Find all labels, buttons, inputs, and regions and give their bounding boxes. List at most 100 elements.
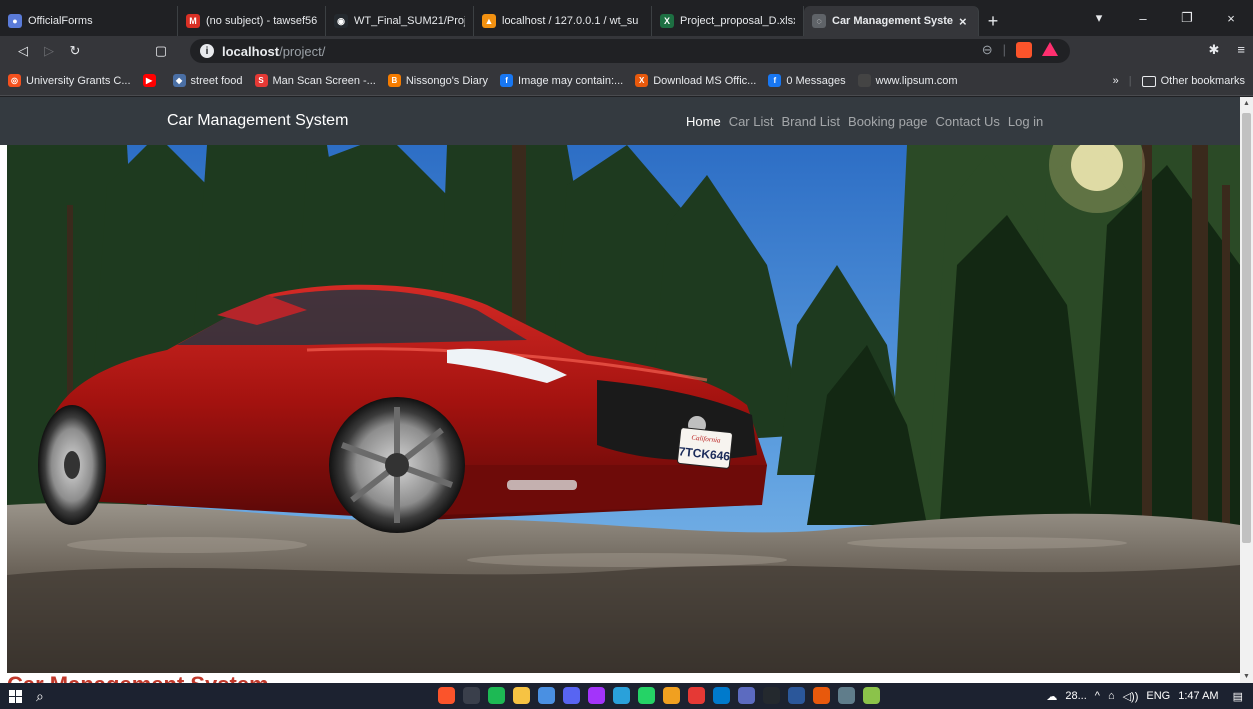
spotify-icon[interactable] bbox=[488, 687, 505, 704]
bookmark-label: street food bbox=[190, 74, 243, 87]
app-icon[interactable] bbox=[738, 687, 755, 704]
tab-title: Car Management Syste bbox=[832, 15, 954, 27]
blogger-icon: B bbox=[387, 74, 401, 87]
gmail-icon: M bbox=[186, 14, 200, 28]
language-indicator[interactable]: ENG bbox=[1146, 690, 1170, 702]
site-navbar: Car Management System Home Car List Brand … bbox=[0, 97, 1240, 145]
scroll-down-icon[interactable]: ▼ bbox=[1243, 673, 1250, 680]
close-tab-icon[interactable]: × bbox=[959, 14, 967, 29]
profile-menu-icon[interactable]: ▾ bbox=[1077, 10, 1121, 26]
word-icon[interactable] bbox=[788, 687, 805, 704]
manscan-icon: S bbox=[254, 74, 268, 87]
new-tab-button[interactable]: + bbox=[979, 6, 1007, 36]
app-icon[interactable] bbox=[663, 687, 680, 704]
bookmark-item[interactable]: ◎ University Grants C... bbox=[8, 74, 131, 87]
discord-icon[interactable] bbox=[563, 687, 580, 704]
telegram-icon[interactable] bbox=[613, 687, 630, 704]
tab-strip: ● OfficialForms M (no subject) - tawsef567@… bbox=[0, 0, 1253, 36]
vscode-icon[interactable] bbox=[713, 687, 730, 704]
url-host: localhost bbox=[222, 43, 280, 59]
bookmark-label: www.lipsum.com bbox=[875, 74, 958, 87]
forward-button[interactable]: ▷ bbox=[36, 43, 62, 59]
taskbar-apps bbox=[438, 687, 880, 704]
github-icon[interactable] bbox=[763, 687, 780, 704]
browser-tab[interactable]: M (no subject) - tawsef567@g bbox=[178, 6, 326, 36]
extensions-icon[interactable]: ✱ bbox=[1209, 42, 1220, 58]
youtube-icon: ▶ bbox=[142, 74, 156, 87]
app-icon[interactable] bbox=[688, 687, 705, 704]
lipsum-icon bbox=[857, 74, 871, 87]
browser-tab[interactable]: ▲ localhost / 127.0.0.1 / wt_su bbox=[474, 6, 652, 36]
weather-temp[interactable]: 28... bbox=[1065, 690, 1086, 702]
site-nav-links: Home Car List Brand List Booking page Contac… bbox=[686, 114, 1051, 129]
bookmark-item[interactable]: f 0 Messages bbox=[768, 74, 846, 87]
browser-tab[interactable]: ● OfficialForms bbox=[0, 6, 178, 36]
address-bar[interactable]: i localhost/project/ ⊖ | bbox=[190, 39, 1070, 63]
tray-overflow-icon[interactable]: ^ bbox=[1095, 690, 1100, 702]
bookmark-item[interactable]: ▶ bbox=[142, 74, 161, 87]
messenger-icon[interactable] bbox=[588, 687, 605, 704]
restore-button[interactable]: ❐ bbox=[1165, 10, 1209, 26]
scroll-up-icon[interactable]: ▲ bbox=[1243, 100, 1250, 107]
volume-icon[interactable]: ◁)) bbox=[1123, 690, 1139, 703]
menu-icon[interactable]: ≡ bbox=[1237, 42, 1245, 58]
brave-icon[interactable] bbox=[438, 687, 455, 704]
nav-link-contact-us[interactable]: Contact Us bbox=[936, 114, 1000, 129]
browser-tab[interactable]: X Project_proposal_D.xlsx bbox=[652, 6, 804, 36]
tab-title: Project_proposal_D.xlsx bbox=[680, 15, 795, 27]
bookmark-icon[interactable]: ▢ bbox=[148, 43, 174, 59]
back-button[interactable]: ◁ bbox=[10, 43, 36, 59]
bookmark-item[interactable]: S Man Scan Screen -... bbox=[254, 74, 376, 87]
bookmarks-bar: ◎ University Grants C... ▶ ◆ street food S Man… bbox=[0, 66, 1253, 96]
phpmyadmin-icon: ▲ bbox=[482, 14, 496, 28]
nav-link-log-in[interactable]: Log in bbox=[1008, 114, 1043, 129]
site-info-icon[interactable]: i bbox=[200, 44, 214, 58]
minimize-button[interactable]: – bbox=[1121, 11, 1165, 26]
whatsapp-icon[interactable] bbox=[638, 687, 655, 704]
app-icon[interactable] bbox=[838, 687, 855, 704]
browser-tab[interactable]: ◌ Car Management Syste × bbox=[804, 6, 979, 36]
network-icon[interactable]: ⌂ bbox=[1108, 690, 1115, 702]
bookmark-item[interactable]: B Nissongo's Diary bbox=[387, 74, 488, 87]
facebook-icon: f bbox=[500, 74, 514, 87]
search-icon[interactable]: ⌕ bbox=[36, 688, 44, 705]
globe-icon: ◌ bbox=[812, 14, 826, 28]
bookmark-item[interactable]: X Download MS Offic... bbox=[635, 74, 756, 87]
tab-title: WT_Final_SUM21/Project/vi bbox=[354, 15, 465, 27]
hero-image: California 7TCK646 bbox=[7, 145, 1240, 673]
app-icon[interactable] bbox=[863, 687, 880, 704]
bookmarks-overflow-button[interactable]: » bbox=[1113, 75, 1119, 87]
clock[interactable]: 1:47 AM bbox=[1178, 690, 1218, 702]
nav-link-booking-page[interactable]: Booking page bbox=[848, 114, 928, 129]
page-scrollbar[interactable]: ▲ ▼ bbox=[1240, 97, 1253, 683]
bookmark-item[interactable]: www.lipsum.com bbox=[857, 74, 958, 87]
nav-link-car-list[interactable]: Car List bbox=[729, 114, 774, 129]
reload-button[interactable]: ↻ bbox=[62, 43, 88, 59]
browser-tab[interactable]: ◉ WT_Final_SUM21/Project/vi bbox=[326, 6, 474, 36]
scrollbar-thumb[interactable] bbox=[1242, 113, 1251, 543]
bookmark-item[interactable]: ◆ street food bbox=[172, 74, 243, 87]
notifications-icon[interactable]: ▤ bbox=[1233, 690, 1243, 703]
nav-link-brand-list[interactable]: Brand List bbox=[781, 114, 840, 129]
app-icon[interactable] bbox=[813, 687, 830, 704]
folder-icon bbox=[1141, 75, 1156, 87]
officialforms-icon: ● bbox=[8, 14, 22, 28]
url-path: /project/ bbox=[279, 43, 326, 59]
windows-taskbar: ⌕ ☁ 28... ^ ⌂ ◁)) ENG 1:47 AM ▤ bbox=[0, 683, 1253, 709]
nav-link-home[interactable]: Home bbox=[686, 114, 721, 129]
app-icon[interactable] bbox=[538, 687, 555, 704]
file-explorer-icon[interactable] bbox=[513, 687, 530, 704]
close-window-button[interactable]: × bbox=[1209, 11, 1253, 26]
start-button[interactable] bbox=[0, 689, 30, 703]
bookmark-label: 0 Messages bbox=[786, 74, 846, 87]
system-tray: ☁ 28... ^ ⌂ ◁)) ENG 1:47 AM ▤ bbox=[1046, 683, 1243, 709]
bookmark-label: Download MS Offic... bbox=[653, 74, 757, 87]
brave-shields-icon[interactable] bbox=[1016, 42, 1032, 58]
store-icon[interactable] bbox=[463, 687, 480, 704]
zoom-icon[interactable]: ⊖ bbox=[982, 42, 993, 58]
site-brand[interactable]: Car Management System bbox=[167, 112, 348, 130]
bookmark-item[interactable]: f Image may contain:... bbox=[500, 74, 623, 87]
weather-icon[interactable]: ☁ bbox=[1046, 690, 1057, 703]
other-bookmarks-folder[interactable]: Other bookmarks bbox=[1141, 75, 1245, 87]
brave-rewards-icon[interactable] bbox=[1042, 42, 1058, 56]
